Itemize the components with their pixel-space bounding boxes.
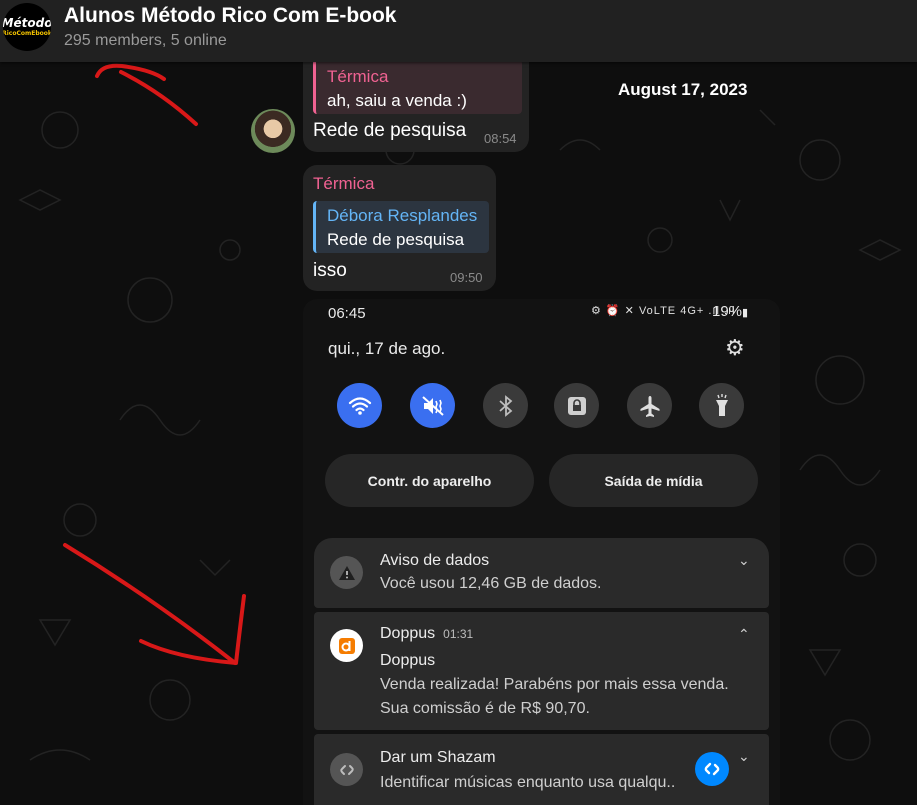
warning-icon <box>330 556 363 589</box>
reply-quote[interactable]: Térmica ah, saiu a venda :) <box>313 59 522 114</box>
flashlight-toggle <box>699 383 744 428</box>
quote-text: Rede de pesquisa <box>327 230 465 249</box>
message-time: 09:50 <box>450 270 483 285</box>
annotation-arrow-top <box>95 63 198 126</box>
chevron-down-icon: ⌄ <box>738 552 750 568</box>
group-title[interactable]: Alunos Método Rico Com E-book <box>64 4 396 28</box>
bluetooth-icon <box>498 394 512 417</box>
message-bubble[interactable]: Térmica ah, saiu a venda :) Rede de pesq… <box>303 55 529 152</box>
flashlight-icon <box>715 393 728 416</box>
screen-lock-toggle <box>554 383 599 428</box>
message-text: Rede de pesquisa <box>313 120 467 141</box>
wifi-toggle <box>337 383 382 428</box>
notification-body: Você usou 12,46 GB de dados. <box>380 575 602 592</box>
message-bubble[interactable]: Térmica Débora Resplandes Rede de pesqui… <box>303 165 496 291</box>
doppus-app-icon <box>330 629 363 662</box>
airplane-icon <box>640 395 659 417</box>
sender-avatar[interactable] <box>251 109 295 153</box>
notification-shazam: Dar um Shazam Identificar músicas enquan… <box>314 734 769 805</box>
logo-text-top: Método <box>3 15 51 30</box>
group-member-count: 295 members, 5 online <box>64 32 227 49</box>
phone-date: qui., 17 de ago. <box>328 339 446 358</box>
device-control-button: Contr. do aparelho <box>325 454 534 507</box>
quote-text: ah, saiu a venda :) <box>327 91 467 110</box>
annotation-arrow-bottom <box>63 543 246 665</box>
mute-icon <box>421 395 444 416</box>
media-output-button: Saída de mídia <box>549 454 758 507</box>
message-sender[interactable]: Térmica <box>313 174 374 194</box>
mute-toggle <box>410 383 455 428</box>
quote-sender: Débora Resplandes <box>327 206 478 225</box>
lock-icon <box>567 396 586 415</box>
phone-battery: 19%▮ <box>712 303 749 320</box>
notification-app-name: Aviso de dados <box>380 552 490 569</box>
logo-text-bottom: RicoComEbook <box>3 29 51 37</box>
bluetooth-toggle <box>483 383 528 428</box>
message-text: isso <box>313 260 347 281</box>
notification-body: Identificar músicas enquanto usa qualqu.… <box>380 774 676 791</box>
reply-quote[interactable]: Débora Resplandes Rede de pesquisa <box>313 201 489 253</box>
shazam-icon <box>330 753 363 786</box>
airplane-mode-toggle <box>627 383 672 428</box>
notification-app-name: Dar um Shazam <box>380 749 496 766</box>
notification-body-line2: Sua comissão é de R$ 90,70. <box>380 700 590 717</box>
date-separator: August 17, 2023 <box>618 80 748 99</box>
quote-sender: Térmica <box>327 67 389 86</box>
shazam-app-icon <box>695 752 729 786</box>
notification-app-row: Doppus 01:31 <box>380 625 474 642</box>
group-avatar[interactable]: Método RicoComEbook <box>3 3 51 51</box>
message-time: 08:54 <box>484 131 517 146</box>
chevron-down-icon: ⌄ <box>738 748 750 764</box>
chat-header[interactable]: Método RicoComEbook Alunos Método Rico C… <box>0 0 917 62</box>
chevron-up-icon: ⌃ <box>738 626 750 642</box>
settings-gear-icon: ⚙ <box>725 335 745 360</box>
notification-data-warning: Aviso de dados Você usou 12,46 GB de dad… <box>314 538 769 608</box>
screenshot-image-message[interactable]: 06:45 ⚙ ⏰ ✕ VoLTE 4G+ .ıl .ıl 19%▮ qui.,… <box>303 299 780 805</box>
wifi-icon <box>348 396 371 415</box>
notification-time: 01:31 <box>443 627 474 641</box>
notification-body-line1: Venda realizada! Parabéns por mais essa … <box>380 676 729 693</box>
notification-doppus: Doppus 01:31 Doppus Venda realizada! Para… <box>314 612 769 730</box>
phone-clock: 06:45 <box>328 305 366 322</box>
notification-title: Doppus <box>380 652 436 669</box>
